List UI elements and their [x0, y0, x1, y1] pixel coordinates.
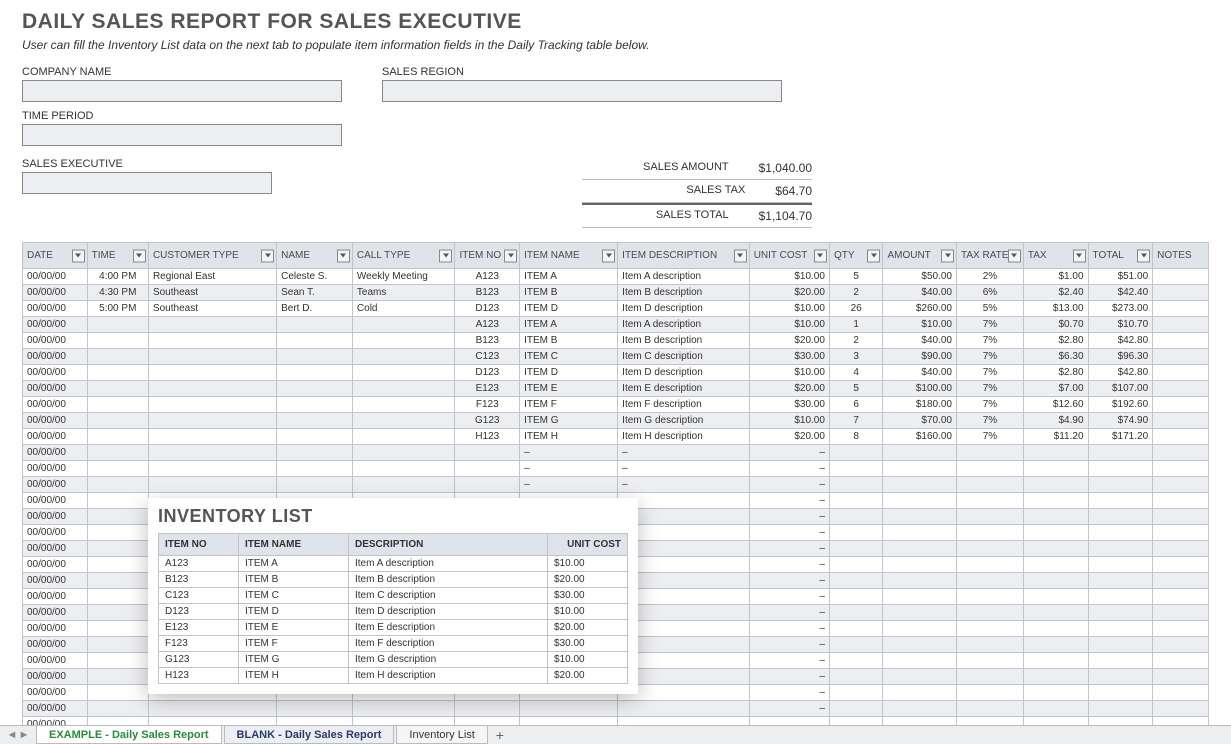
filter-icon[interactable]: [504, 249, 517, 262]
company-input[interactable]: [22, 80, 342, 102]
tab-nav-prev[interactable]: ◄: [6, 729, 18, 741]
table-row[interactable]: 00/00/00–––: [23, 445, 1209, 461]
totals-block: SALES AMOUNT $1,040.00 SALES TAX $64.70 …: [582, 157, 812, 228]
table-row[interactable]: 00/00/00A123ITEM AItem A description$10.…: [23, 317, 1209, 333]
filter-icon[interactable]: [602, 249, 615, 262]
col-notes: NOTES: [1153, 243, 1209, 269]
col-amount: AMOUNT: [883, 243, 957, 269]
region-input[interactable]: [382, 80, 782, 102]
table-row[interactable]: 00/00/00G123ITEM GItem G description$10.…: [23, 413, 1209, 429]
filter-icon[interactable]: [1073, 249, 1086, 262]
inventory-row[interactable]: H123ITEM HItem H description$20.00: [159, 668, 628, 684]
sales-total-value: $1,104.70: [759, 209, 812, 223]
page-subtitle: User can fill the Inventory List data on…: [22, 38, 1209, 52]
filter-icon[interactable]: [941, 249, 954, 262]
filter-icon[interactable]: [1137, 249, 1150, 262]
company-label: COMPANY NAME: [22, 66, 342, 78]
col-total: TOTAL: [1088, 243, 1153, 269]
table-row[interactable]: 00/00/00–: [23, 701, 1209, 717]
filter-icon[interactable]: [439, 249, 452, 262]
executive-label: SALES EXECUTIVE: [22, 158, 512, 170]
filter-icon[interactable]: [734, 249, 747, 262]
sales-amount-value: $1,040.00: [759, 161, 812, 175]
tab-nav-next[interactable]: ►: [18, 729, 30, 741]
add-sheet-button[interactable]: +: [490, 727, 510, 743]
table-row[interactable]: 00/00/00C123ITEM CItem C description$30.…: [23, 349, 1209, 365]
region-label: SALES REGION: [382, 66, 782, 78]
table-row[interactable]: 00/00/00F123ITEM FItem F description$30.…: [23, 397, 1209, 413]
page-title: DAILY SALES REPORT FOR SALES EXECUTIVE: [22, 10, 1209, 34]
inventory-title: INVENTORY LIST: [158, 506, 628, 527]
inv-col-unit-cost: UNIT COST: [548, 534, 628, 556]
inventory-row[interactable]: C123ITEM CItem C description$30.00: [159, 588, 628, 604]
tab-inventory[interactable]: Inventory List: [396, 726, 487, 744]
sales-amount-label: SALES AMOUNT: [582, 161, 759, 175]
inv-col-description: DESCRIPTION: [349, 534, 548, 556]
inventory-row[interactable]: G123ITEM GItem G description$10.00: [159, 652, 628, 668]
sales-tax-value: $64.70: [775, 184, 812, 198]
col-item-description: ITEM DESCRIPTION: [618, 243, 750, 269]
filter-icon[interactable]: [867, 249, 880, 262]
filter-icon[interactable]: [814, 249, 827, 262]
period-input[interactable]: [22, 124, 342, 146]
inventory-row[interactable]: D123ITEM DItem D description$10.00: [159, 604, 628, 620]
table-row[interactable]: 00/00/00E123ITEM EItem E description$20.…: [23, 381, 1209, 397]
inventory-table: ITEM NOITEM NAMEDESCRIPTIONUNIT COST A12…: [158, 533, 628, 684]
col-tax-rate: TAX RATE: [957, 243, 1024, 269]
inv-col-item-no: ITEM NO: [159, 534, 239, 556]
table-row[interactable]: 00/00/00–––: [23, 477, 1209, 493]
col-tax: TAX: [1023, 243, 1088, 269]
table-row[interactable]: 00/00/005:00 PMSoutheastBert D.ColdD123I…: [23, 301, 1209, 317]
col-time: TIME: [87, 243, 148, 269]
table-row[interactable]: 00/00/00–––: [23, 461, 1209, 477]
inventory-row[interactable]: E123ITEM EItem E description$20.00: [159, 620, 628, 636]
col-call-type: CALL TYPE: [352, 243, 455, 269]
tab-example[interactable]: EXAMPLE - Daily Sales Report: [36, 726, 222, 744]
sales-total-label: SALES TOTAL: [582, 209, 759, 223]
inventory-row[interactable]: A123ITEM AItem A description$10.00: [159, 556, 628, 572]
inventory-overlay: INVENTORY LIST ITEM NOITEM NAMEDESCRIPTI…: [148, 498, 638, 694]
col-item-no: ITEM NO: [455, 243, 520, 269]
filter-icon[interactable]: [72, 249, 85, 262]
col-item-name: ITEM NAME: [520, 243, 618, 269]
table-row[interactable]: 00/00/00B123ITEM BItem B description$20.…: [23, 333, 1209, 349]
executive-input[interactable]: [22, 172, 272, 194]
table-row[interactable]: 00/00/00D123ITEM DItem D description$10.…: [23, 365, 1209, 381]
col-qty: QTY: [829, 243, 883, 269]
sales-tax-label: SALES TAX: [582, 184, 775, 198]
filter-icon[interactable]: [337, 249, 350, 262]
table-row[interactable]: 00/00/00H123ITEM HItem H description$20.…: [23, 429, 1209, 445]
inventory-row[interactable]: F123ITEM FItem F description$30.00: [159, 636, 628, 652]
filter-icon[interactable]: [1008, 249, 1021, 262]
filter-icon[interactable]: [133, 249, 146, 262]
col-name: NAME: [277, 243, 353, 269]
table-row[interactable]: 00/00/004:00 PMRegional EastCeleste S.We…: [23, 269, 1209, 285]
inventory-row[interactable]: B123ITEM BItem B description$20.00: [159, 572, 628, 588]
col-unit-cost: UNIT COST: [749, 243, 829, 269]
filter-icon[interactable]: [261, 249, 274, 262]
table-row[interactable]: 00/00/004:30 PMSoutheastSean T.TeamsB123…: [23, 285, 1209, 301]
tab-blank[interactable]: BLANK - Daily Sales Report: [224, 726, 395, 744]
inv-col-item-name: ITEM NAME: [239, 534, 349, 556]
col-date: DATE: [23, 243, 88, 269]
period-label: TIME PERIOD: [22, 110, 512, 122]
col-customer-type: CUSTOMER TYPE: [148, 243, 276, 269]
sheet-tab-bar: ◄ ► EXAMPLE - Daily Sales Report BLANK -…: [0, 725, 1231, 744]
